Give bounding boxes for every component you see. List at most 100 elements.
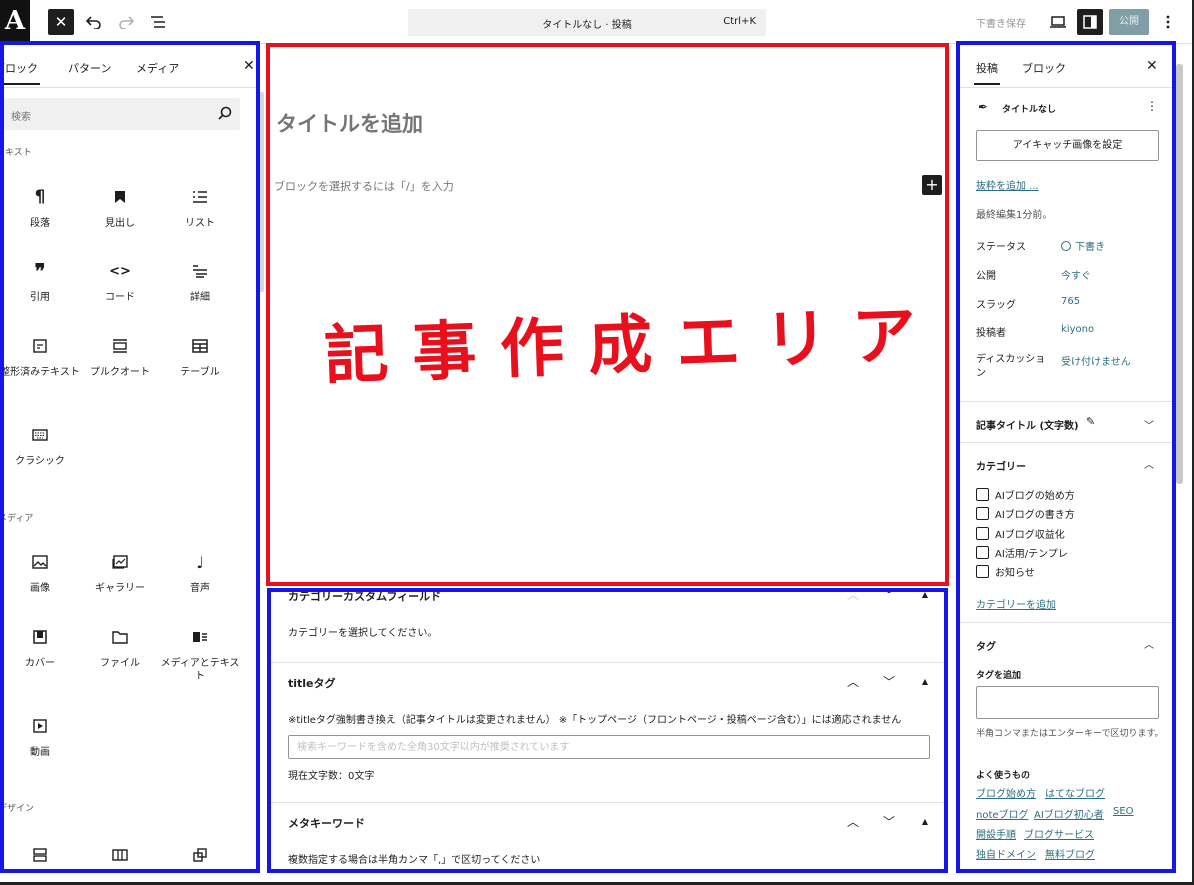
block-search-input[interactable]: 検索 — [4, 98, 240, 130]
checkbox-box[interactable] — [976, 527, 989, 540]
last-edited-text: 最終編集1分前。 — [976, 210, 1053, 221]
block-gallery[interactable]: ギャラリー — [80, 552, 160, 595]
block-table[interactable]: テーブル — [160, 336, 240, 379]
block-design-3[interactable] — [160, 845, 240, 870]
block-quote[interactable]: ❞ 引用 — [0, 259, 80, 304]
category-panel-title[interactable]: カテゴリー — [976, 458, 1026, 473]
checkbox-box[interactable] — [976, 507, 989, 520]
move-down-icon[interactable]: ﹀ — [878, 673, 900, 690]
block-heading[interactable]: 見出し — [80, 187, 160, 230]
block-preformatted[interactable]: 整形済みテキスト — [0, 336, 80, 379]
document-overview-icon[interactable] — [146, 10, 170, 34]
checkbox-box[interactable] — [976, 488, 989, 501]
sidebar-scrollbar[interactable] — [1176, 64, 1183, 484]
tab-block[interactable]: ブロック — [1022, 60, 1066, 76]
command-palette-bar[interactable]: タイトルなし · 投稿 Ctrl+K — [408, 9, 766, 36]
title-tag-input[interactable] — [288, 735, 930, 759]
author-value[interactable]: kiyono — [1061, 324, 1094, 335]
move-down-icon[interactable]: ﹀ — [878, 813, 900, 830]
status-value[interactable]: 下書き — [1061, 238, 1105, 253]
add-category-link[interactable]: カテゴリーを追加 — [976, 596, 1056, 611]
checkbox-box[interactable] — [976, 565, 989, 578]
post-actions-icon[interactable]: ⋮ — [1146, 99, 1158, 113]
frequent-tag[interactable]: ブログサービス — [1024, 826, 1094, 841]
article-title-panel[interactable]: 記事タイトル (文字数) — [976, 417, 1079, 432]
frequent-tag[interactable]: noteブログ — [976, 806, 1029, 821]
frequent-tag[interactable]: はてなブログ — [1045, 785, 1105, 800]
block-image[interactable]: 画像 — [0, 552, 80, 595]
publish-button[interactable]: 公開 — [1109, 9, 1149, 35]
move-up-icon[interactable]: ︿ — [842, 590, 864, 603]
block-video[interactable]: 動画 — [0, 716, 80, 759]
metabox-controls: ︿ ﹀ ▲ — [842, 673, 936, 690]
inserter-scrollbar[interactable] — [259, 92, 264, 292]
block-pullquote[interactable]: プルクオート — [80, 336, 160, 379]
block-media-text[interactable]: メディアとテキスト — [160, 627, 240, 683]
editor-canvas[interactable]: タイトルを追加 ブロックを選択するには「/」を入力 + 記事作成エリア — [266, 44, 950, 586]
options-menu-icon[interactable] — [1156, 10, 1180, 34]
frequent-tag[interactable]: 独自ドメイン — [976, 846, 1036, 861]
save-draft-button[interactable]: 下書き保存 — [976, 15, 1026, 30]
slug-value[interactable]: 765 — [1061, 296, 1080, 307]
category-checkbox[interactable]: AIブログ収益化 — [976, 526, 1065, 541]
frequent-tag[interactable]: AIブログ初心者 — [1034, 806, 1104, 821]
redo-icon[interactable] — [114, 10, 138, 34]
settings-toggle-button[interactable] — [1077, 9, 1103, 35]
inserter-close-icon[interactable]: ✕ — [243, 58, 255, 74]
site-logo[interactable]: A — [0, 0, 30, 42]
category-checkbox[interactable]: AIブログの書き方 — [976, 506, 1075, 521]
code-icon: <> — [109, 263, 131, 279]
add-excerpt-link[interactable]: 抜粋を追加 ... — [976, 177, 1039, 192]
tab-post[interactable]: 投稿 — [974, 60, 1000, 85]
move-up-icon[interactable]: ︿ — [842, 813, 864, 830]
chevron-up-icon[interactable]: ︿ — [1144, 456, 1154, 471]
preview-icon[interactable] — [1046, 10, 1070, 34]
close-inserter-button[interactable]: ✕ — [48, 9, 74, 35]
block-details[interactable]: 詳細 — [160, 261, 240, 304]
block-cover[interactable]: カバー — [0, 627, 80, 670]
block-design-1[interactable] — [0, 845, 80, 870]
block-list[interactable]: リスト — [160, 187, 240, 230]
undo-icon[interactable] — [82, 10, 106, 34]
metabox-title[interactable]: カテゴリーカスタムフィールド — [288, 590, 441, 604]
title-tag-field[interactable] — [289, 736, 929, 758]
post-title-summary[interactable]: タイトルなし — [1002, 102, 1056, 115]
metabox-title[interactable]: titleタグ — [288, 675, 336, 691]
frequent-tag[interactable]: 無料ブログ — [1045, 846, 1095, 861]
metabox-title[interactable]: メタキーワード — [288, 815, 365, 831]
frequent-tag[interactable]: 開設手順 — [976, 826, 1016, 841]
add-block-button[interactable]: + — [922, 175, 942, 195]
block-design-2[interactable] — [80, 845, 160, 870]
category-checkbox[interactable]: AIブログの始め方 — [976, 487, 1075, 502]
post-title-input[interactable]: タイトルを追加 — [276, 108, 423, 138]
collapse-icon[interactable]: ▲ — [914, 590, 936, 599]
frequent-tag[interactable]: ブログ始め方 — [976, 785, 1036, 800]
block-appender-prompt[interactable]: ブロックを選択するには「/」を入力 — [274, 178, 454, 194]
category-checkbox[interactable]: お知らせ — [976, 564, 1035, 579]
publish-value[interactable]: 今すぐ — [1061, 267, 1091, 282]
tab-media[interactable]: メディア — [136, 60, 179, 76]
block-code[interactable]: <> コード — [80, 261, 160, 304]
sidebar-close-icon[interactable]: ✕ — [1146, 58, 1158, 74]
collapse-icon[interactable]: ▲ — [914, 817, 936, 826]
frequent-tag[interactable]: SEO — [1113, 806, 1134, 817]
block-classic[interactable]: クラシック — [0, 425, 80, 468]
chevron-down-icon[interactable]: ﹀ — [1144, 417, 1154, 432]
collapse-icon[interactable]: ▲ — [914, 677, 936, 686]
block-file[interactable]: ファイル — [80, 627, 160, 670]
tab-blocks[interactable]: ブロック — [0, 60, 40, 85]
tab-patterns[interactable]: パターン — [68, 60, 111, 76]
move-down-icon[interactable]: ﹀ — [878, 590, 900, 603]
category-checkbox[interactable]: AI活用/テンプレ — [976, 545, 1068, 560]
block-paragraph[interactable]: ¶ 段落 — [0, 187, 80, 230]
post-icon: ✒ — [978, 100, 989, 114]
chevron-up-icon[interactable]: ︿ — [1144, 636, 1154, 651]
checkbox-box[interactable] — [976, 546, 989, 559]
featured-image-button[interactable]: アイキャッチ画像を設定 — [976, 130, 1159, 161]
tag-panel-title[interactable]: タグ — [976, 638, 996, 653]
tag-input[interactable] — [976, 686, 1159, 719]
block-audio[interactable]: ♩ 音声 — [160, 552, 240, 595]
discussion-value[interactable]: 受け付けません — [1061, 353, 1131, 368]
move-up-icon[interactable]: ︿ — [842, 673, 864, 690]
search-icon[interactable] — [218, 106, 232, 123]
